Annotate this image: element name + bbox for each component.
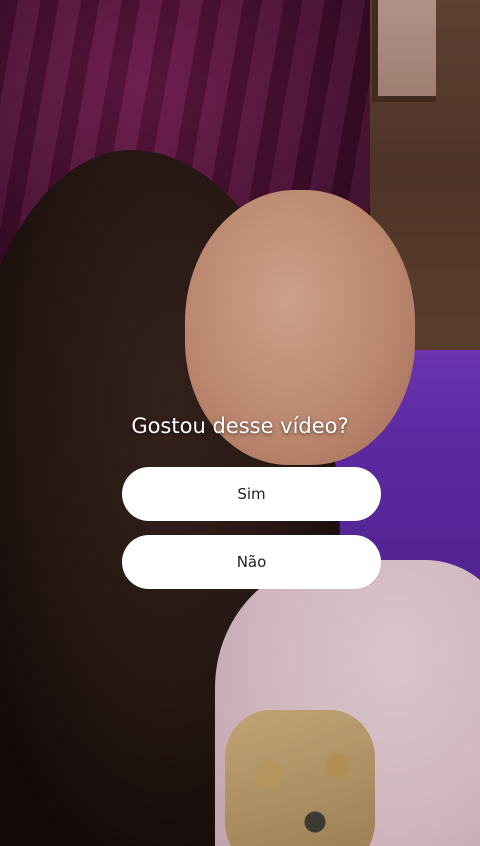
poll-option-yes-button[interactable]: Sim <box>122 467 381 521</box>
video-screen: Gostou desse vídeo? Sim Não <box>0 0 480 846</box>
poll-question: Gostou desse vídeo? <box>131 414 349 438</box>
poll-option-no-button[interactable]: Não <box>122 535 381 589</box>
